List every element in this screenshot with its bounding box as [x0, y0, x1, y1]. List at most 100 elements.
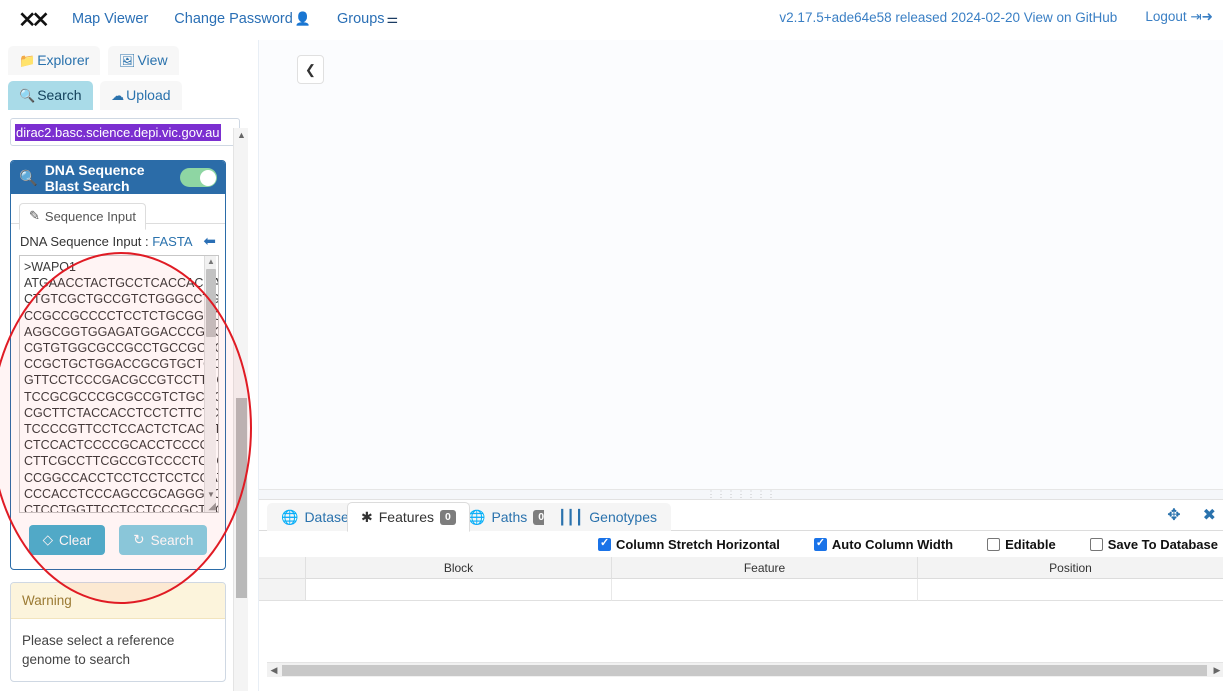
nav-link-change-password[interactable]: Change Password 👤: [174, 11, 311, 27]
features-data-grid[interactable]: Block Feature Position ◀ ▶: [259, 557, 1223, 677]
globe-icon: 🌐: [468, 508, 486, 525]
logout-link[interactable]: Logout ⇥➜: [1145, 9, 1213, 25]
sidebar-scrollbar[interactable]: ▲: [233, 128, 248, 691]
sidebar-tab-explorer[interactable]: 📁 Explorer: [8, 46, 101, 75]
sidebar-scrollbar-thumb[interactable]: [236, 398, 247, 598]
sidebar-tab-view[interactable]: 🖼 View: [107, 46, 179, 75]
sidebar-tab-label: Search: [37, 87, 82, 103]
arrow-left-icon[interactable]: ⬅: [203, 232, 216, 250]
barcode-icon: ┃┃┃: [558, 508, 584, 525]
grid-cell-feature[interactable]: [612, 579, 918, 601]
edit-square-icon: ✎: [29, 208, 40, 223]
fasta-label-text: DNA Sequence Input :: [20, 233, 149, 249]
tab-features-badge: 0: [439, 509, 456, 525]
map-viewer-canvas[interactable]: ❮: [259, 40, 1223, 490]
checkbox[interactable]: [813, 537, 827, 551]
sidebar-tab-label: View: [137, 52, 168, 68]
scroll-right-arrow-icon[interactable]: ▶: [1210, 663, 1223, 677]
option-column-stretch-horizontal[interactable]: Column Stretch Horizontal: [597, 537, 780, 552]
bottom-panel-tab-bar: 🌐 Dataset ✱ Features 0 🌐 Paths 0 ┃┃┃ Gen…: [259, 500, 1223, 532]
left-sidebar: 📁 Explorer 🖼 View 🔍 Search ☁ Upload dirac2.b…: [0, 40, 250, 691]
top-navbar: ⨯⨯ Map Viewer Change Password 👤 Groups ⚌ v…: [0, 0, 1223, 38]
navbar-links: Map Viewer Change Password 👤 Groups ⚌: [72, 11, 424, 27]
grip-dots-icon: ⋮⋮⋮⋮⋮⋮⋮: [706, 489, 777, 499]
nav-link-label: Groups: [336, 11, 385, 27]
option-editable[interactable]: Editable: [987, 537, 1056, 552]
tab-features[interactable]: ✱ Features 0: [347, 502, 470, 532]
eraser-icon: ◇: [42, 532, 54, 547]
dna-blast-search-panel: 🔍 DNA Sequence Blast Search ✎ Sequence I…: [10, 160, 226, 570]
user-icon: 👤: [294, 11, 311, 26]
tab-genotypes[interactable]: ┃┃┃ Genotypes: [544, 503, 672, 531]
fasta-row-label: DNA Sequence Input : FASTA: [20, 234, 203, 249]
nav-link-groups[interactable]: Groups ⚌: [337, 11, 398, 27]
tab-sequence-input-label: Sequence Input: [44, 208, 136, 224]
checkbox[interactable]: [987, 537, 1001, 551]
chevron-left-icon[interactable]: ❮: [297, 55, 324, 84]
globe-icon: 🌐: [281, 508, 299, 525]
bottom-panel-actions: ✥ ✖: [1167, 505, 1216, 525]
bottom-data-panel: 🌐 Dataset ✱ Features 0 🌐 Paths 0 ┃┃┃ Gen…: [259, 500, 1223, 691]
grid-horizontal-scrollbar[interactable]: ◀ ▶: [267, 662, 1223, 677]
blast-panel-title: DNA Sequence Blast Search: [44, 161, 145, 194]
blast-enable-toggle[interactable]: [180, 168, 217, 187]
blast-inner-tab-bar: ✎ Sequence Input: [11, 194, 225, 230]
blast-panel-header: 🔍 DNA Sequence Blast Search: [11, 161, 225, 194]
warning-message: Please select a reference genome to sear…: [22, 633, 175, 667]
sign-out-icon: ⇥➜: [1190, 9, 1213, 24]
option-label: Save To Database: [1107, 536, 1218, 552]
tab-sequence-input[interactable]: ✎ Sequence Input: [19, 203, 146, 230]
table-row[interactable]: [259, 579, 1223, 601]
search-button-label: Search: [150, 532, 194, 548]
fasta-format-value[interactable]: FASTA: [152, 234, 192, 249]
grid-row-gutter: [259, 557, 306, 579]
grid-row-gutter: [259, 579, 306, 601]
tab-genotypes-label: Genotypes: [589, 509, 658, 525]
warning-panel: Warning Please select a reference genome…: [10, 582, 226, 682]
tab-dataset-label: Dataset: [304, 509, 353, 525]
image-icon: 🖼: [118, 53, 136, 68]
version-github-link[interactable]: v2.17.5+ade64e58 released 2024-02-20 Vie…: [779, 10, 1117, 25]
grid-cell-block[interactable]: [306, 579, 612, 601]
upload-cloud-icon: ☁: [111, 88, 125, 103]
scroll-down-arrow-icon[interactable]: ▼: [205, 489, 217, 500]
nav-link-map-viewer[interactable]: Map Viewer: [72, 11, 148, 27]
sidebar-tab-upload[interactable]: ☁ Upload: [100, 81, 182, 110]
grid-column-header-position[interactable]: Position: [918, 557, 1223, 579]
app-logo-icon[interactable]: ⨯⨯: [18, 8, 64, 30]
dna-sequence-textarea[interactable]: [19, 255, 219, 513]
close-icon[interactable]: ✖: [1203, 505, 1216, 525]
asterisk-icon: ✱: [361, 508, 373, 525]
folder-open-icon: 📁: [19, 53, 36, 68]
scroll-up-arrow-icon[interactable]: ▲: [205, 256, 217, 267]
resize-grip-icon[interactable]: ◢: [208, 501, 216, 512]
toggle-knob: [199, 169, 216, 186]
sidebar-tab-search[interactable]: 🔍 Search: [8, 81, 93, 110]
resize-diagonal-icon[interactable]: ✥: [1167, 505, 1180, 525]
nav-link-label: Map Viewer: [72, 11, 149, 27]
grid-cell-position[interactable]: [918, 579, 1223, 601]
scrollbar-thumb[interactable]: [206, 269, 216, 337]
nav-link-label: Change Password: [174, 11, 293, 27]
group-icon: ⚌: [386, 11, 399, 26]
option-label: Auto Column Width: [831, 536, 954, 552]
sidebar-tab-label: Upload: [126, 87, 171, 103]
option-save-to-database[interactable]: Save To Database: [1089, 536, 1218, 552]
refresh-icon: ↻: [133, 532, 145, 547]
grid-column-header-block[interactable]: Block: [306, 557, 612, 579]
search-button[interactable]: ↻ Search: [119, 525, 208, 555]
navbar-right: v2.17.5+ade64e58 released 2024-02-20 Vie…: [779, 9, 1213, 25]
textarea-scrollbar[interactable]: ▲ ▼: [204, 256, 216, 512]
hscrollbar-thumb[interactable]: [282, 665, 1207, 676]
sidebar-scroll-up-icon[interactable]: ▲: [234, 128, 249, 142]
clear-button[interactable]: ◇ Clear: [28, 525, 106, 555]
main-content: ❮ ⋮⋮⋮⋮⋮⋮⋮ 🌐 Dataset ✱ Features 0 🌐 Paths: [258, 40, 1223, 691]
tab-paths-label: Paths: [491, 509, 528, 525]
option-auto-column-width[interactable]: Auto Column Width: [813, 536, 954, 552]
grid-column-header-feature[interactable]: Feature: [612, 557, 918, 579]
checkbox[interactable]: [597, 537, 611, 551]
checkbox[interactable]: [1089, 537, 1103, 551]
panel-splitter-handle[interactable]: ⋮⋮⋮⋮⋮⋮⋮: [259, 489, 1223, 500]
scroll-left-arrow-icon[interactable]: ◀: [267, 663, 281, 677]
server-url-input[interactable]: dirac2.basc.science.depi.vic.gov.au: [10, 118, 240, 146]
